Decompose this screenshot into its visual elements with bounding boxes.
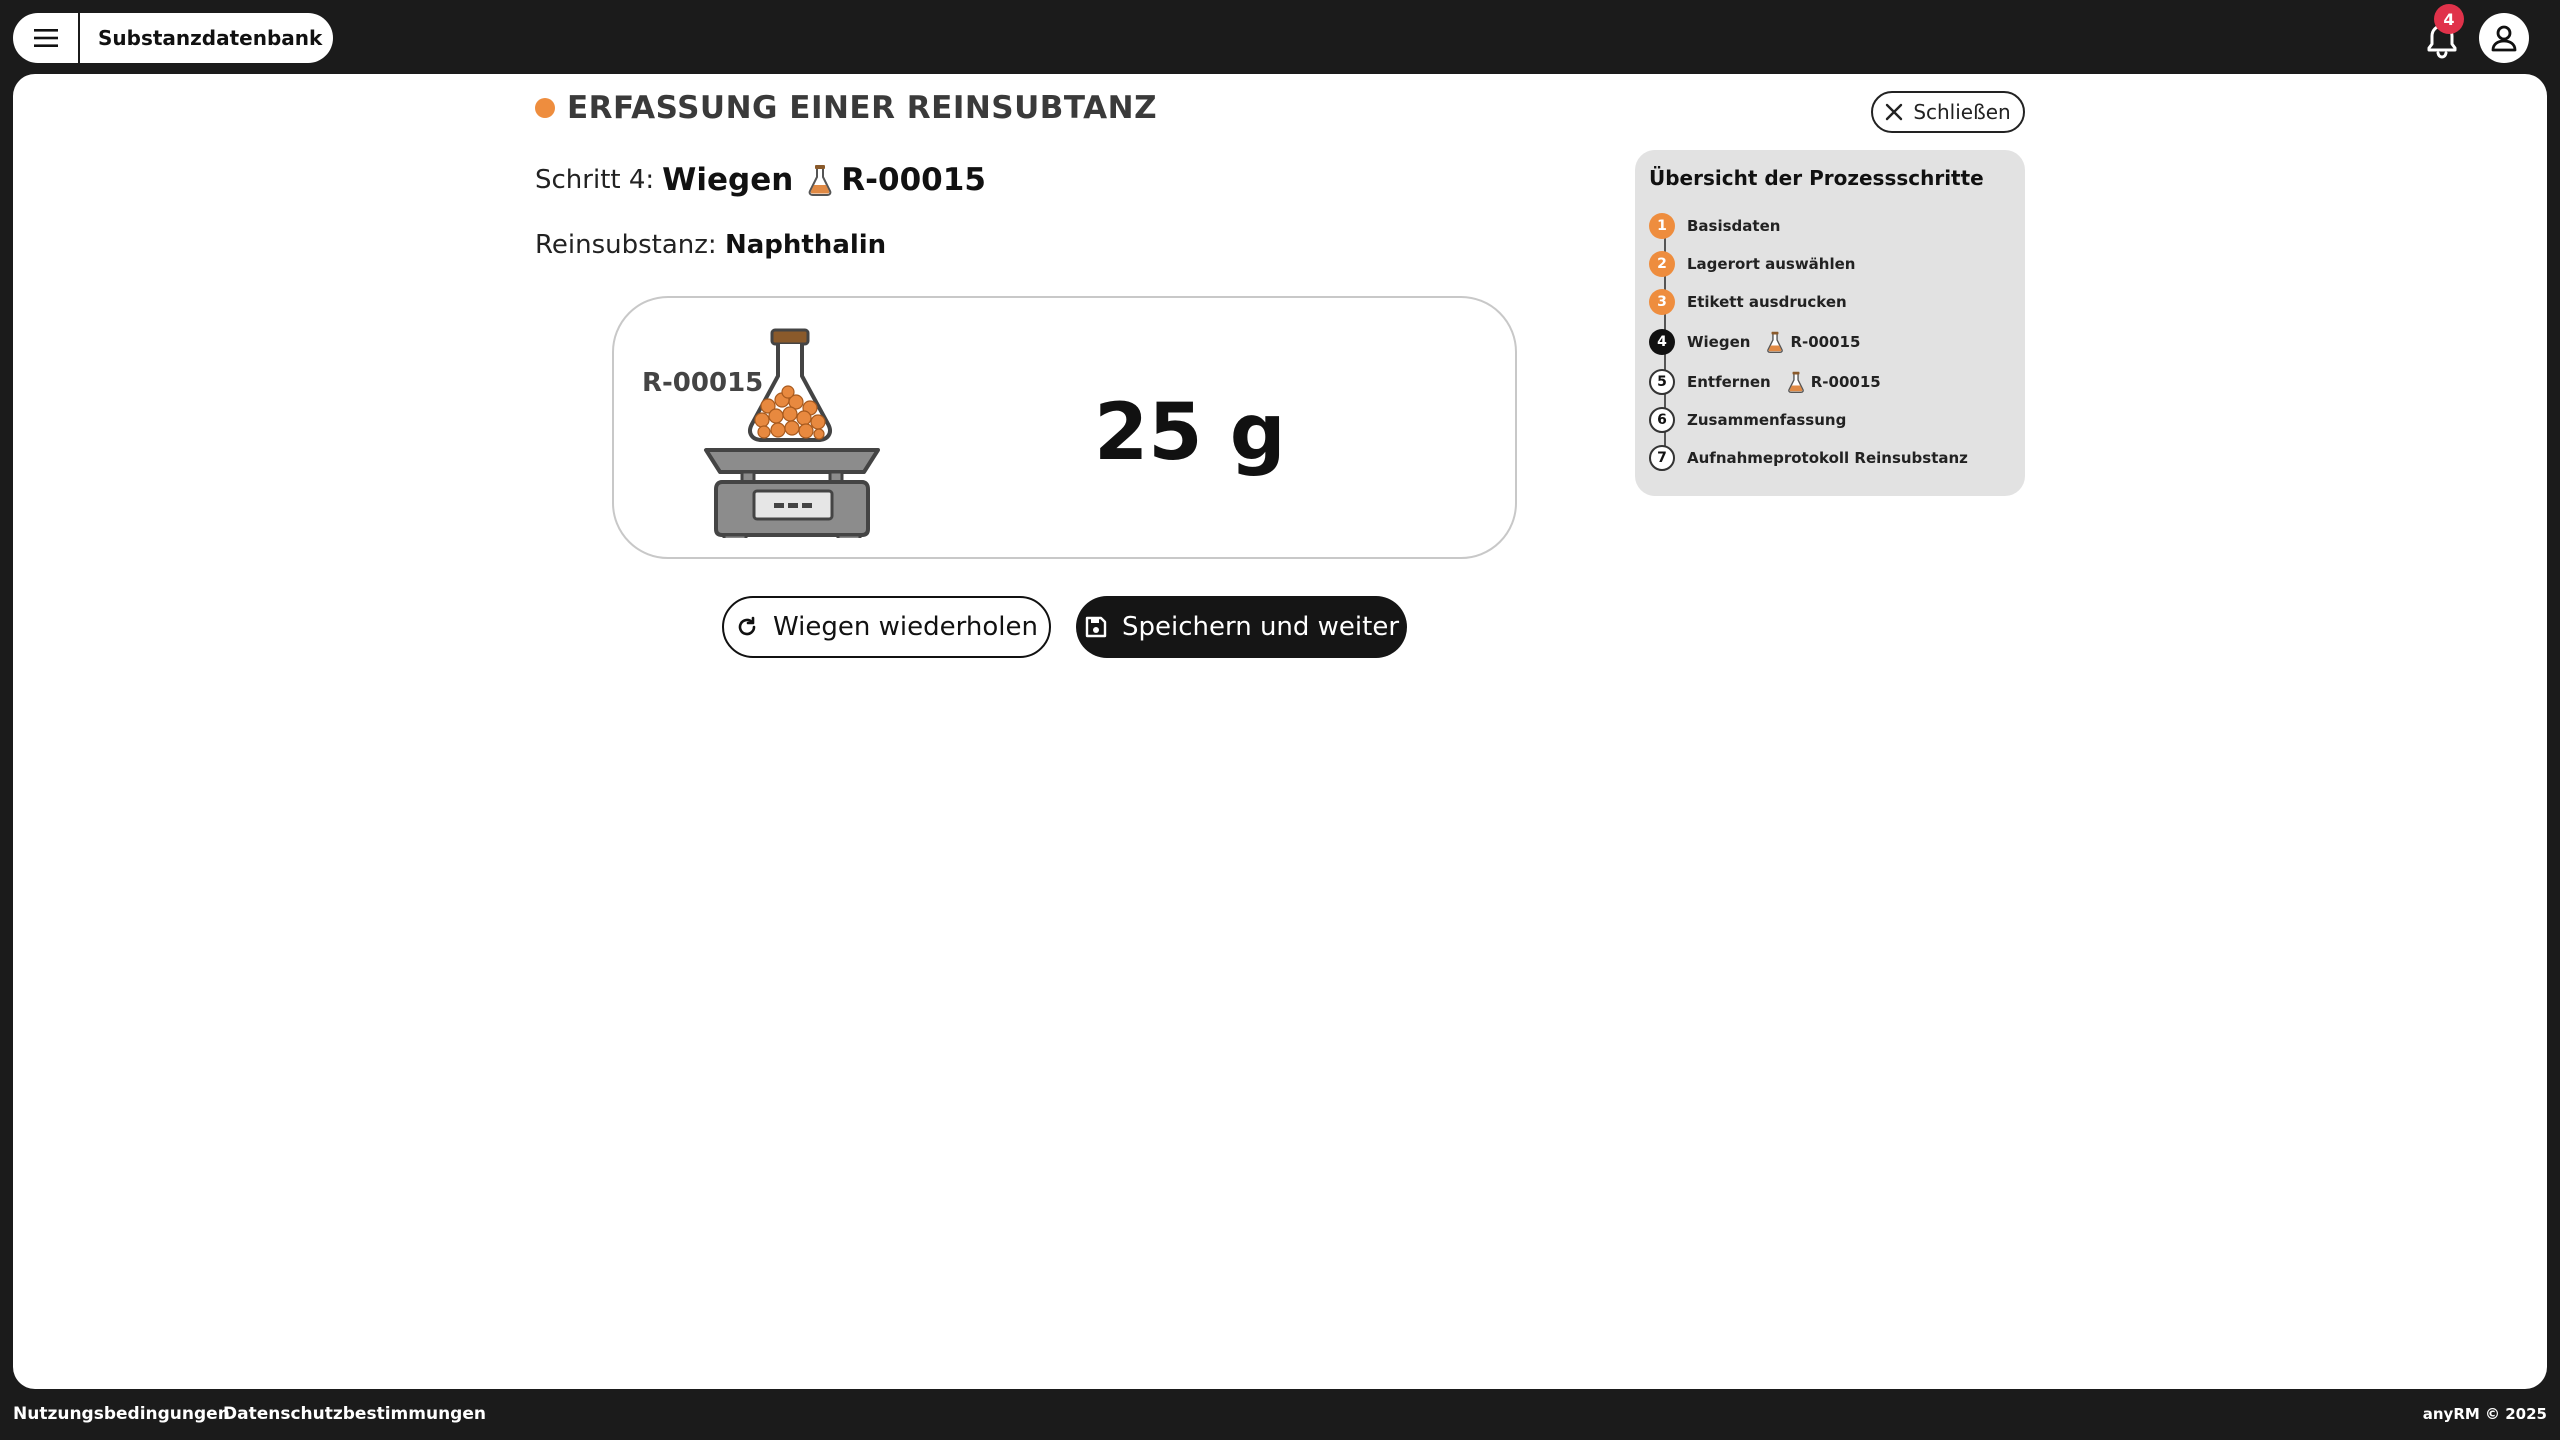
step-code: R-00015	[1810, 373, 1881, 391]
privacy-link[interactable]: Datenschutzbestimmungen	[223, 1404, 486, 1424]
weighing-panel: R-00015 25 g	[612, 296, 1517, 559]
step-label: Lagerort auswählen	[1687, 255, 1856, 273]
substance-label: Reinsubstanz:	[535, 230, 717, 260]
current-step: Schritt 4: Wiegen R-00015	[535, 162, 986, 198]
step-code: R-00015	[1790, 333, 1861, 351]
process-step-6[interactable]: 6 Zusammenfassung	[1649, 406, 1846, 434]
footer: Nutzungsbedingungen Datenschutzbestimmun…	[0, 1389, 2560, 1440]
step-label: Aufnahmeprotokoll Reinsubstanz	[1687, 449, 1968, 467]
step-label: Wiegen	[1687, 333, 1751, 351]
repeat-weighing-label: Wiegen wiederholen	[773, 612, 1038, 642]
app-switcher: Substanzdatenbank	[13, 13, 333, 63]
top-bar: Substanzdatenbank 4	[0, 0, 2560, 74]
step-number: 5	[1649, 369, 1675, 395]
status-dot	[535, 98, 555, 118]
notification-badge: 4	[2434, 4, 2464, 34]
repeat-weighing-button[interactable]: Wiegen wiederholen	[722, 596, 1051, 658]
flask-icon	[1787, 371, 1804, 393]
refresh-icon	[738, 616, 756, 636]
copyright: anyRM © 2025	[2422, 1405, 2547, 1423]
user-menu-button[interactable]	[2479, 13, 2529, 63]
step-label: Etikett ausdrucken	[1687, 293, 1847, 311]
process-title: Übersicht der Prozessschritte	[1649, 166, 1984, 190]
step-number: 3	[1649, 289, 1675, 315]
step-sample: R-00015	[1787, 371, 1881, 393]
step-number: 4	[1649, 329, 1675, 355]
menu-button[interactable]	[13, 13, 80, 63]
step-name: Wiegen	[662, 162, 794, 198]
x-icon	[1886, 103, 1903, 121]
process-step-7[interactable]: 7 Aufnahmeprotokoll Reinsubstanz	[1649, 444, 1968, 472]
page-heading: ERFASSUNG EINER REINSUBTANZ	[535, 90, 1157, 126]
step-label: Basisdaten	[1687, 217, 1781, 235]
hamburger-icon	[33, 29, 58, 47]
user-icon	[2491, 25, 2517, 52]
save-and-continue-button[interactable]: Speichern und weiter	[1076, 596, 1407, 658]
process-step-2[interactable]: 2 Lagerort auswählen	[1649, 250, 1855, 278]
substance-name: Naphthalin	[724, 230, 887, 260]
step-sample: R-00015	[1766, 331, 1860, 353]
process-step-4[interactable]: 4 Wiegen R-00015	[1649, 328, 1860, 356]
flask-icon	[808, 165, 832, 196]
app-title[interactable]: Substanzdatenbank	[80, 26, 322, 50]
close-button-label: Schließen	[1913, 100, 2011, 124]
scale-with-flask-icon	[704, 328, 880, 538]
process-step-3[interactable]: 3 Etikett ausdrucken	[1649, 288, 1847, 316]
step-number: 7	[1649, 445, 1675, 471]
close-button[interactable]: Schließen	[1871, 91, 2025, 133]
step-label: Entfernen	[1687, 373, 1771, 391]
step-label: Zusammenfassung	[1687, 411, 1847, 429]
step-prefix: Schritt 4:	[535, 165, 655, 195]
terms-link[interactable]: Nutzungsbedingungen	[13, 1404, 230, 1424]
substance-line: Reinsubstanz: Naphthalin	[535, 230, 886, 260]
step-code: R-00015	[841, 162, 986, 198]
page-title: ERFASSUNG EINER REINSUBTANZ	[567, 90, 1158, 126]
process-overview: Übersicht der Prozessschritte 1 Basisdat…	[1635, 150, 2025, 496]
save-and-continue-label: Speichern und weiter	[1121, 612, 1400, 642]
step-number: 1	[1649, 213, 1675, 239]
weight-readout: 25 g	[1094, 388, 1286, 478]
step-number: 6	[1649, 407, 1675, 433]
flask-icon	[1767, 331, 1784, 353]
main-content: ERFASSUNG EINER REINSUBTANZ Schließen Sc…	[13, 74, 2547, 1389]
step-number: 2	[1649, 251, 1675, 277]
floppy-disk-icon	[1085, 616, 1107, 638]
process-step-5[interactable]: 5 Entfernen R-00015	[1649, 368, 1881, 396]
process-step-1[interactable]: 1 Basisdaten	[1649, 212, 1780, 240]
